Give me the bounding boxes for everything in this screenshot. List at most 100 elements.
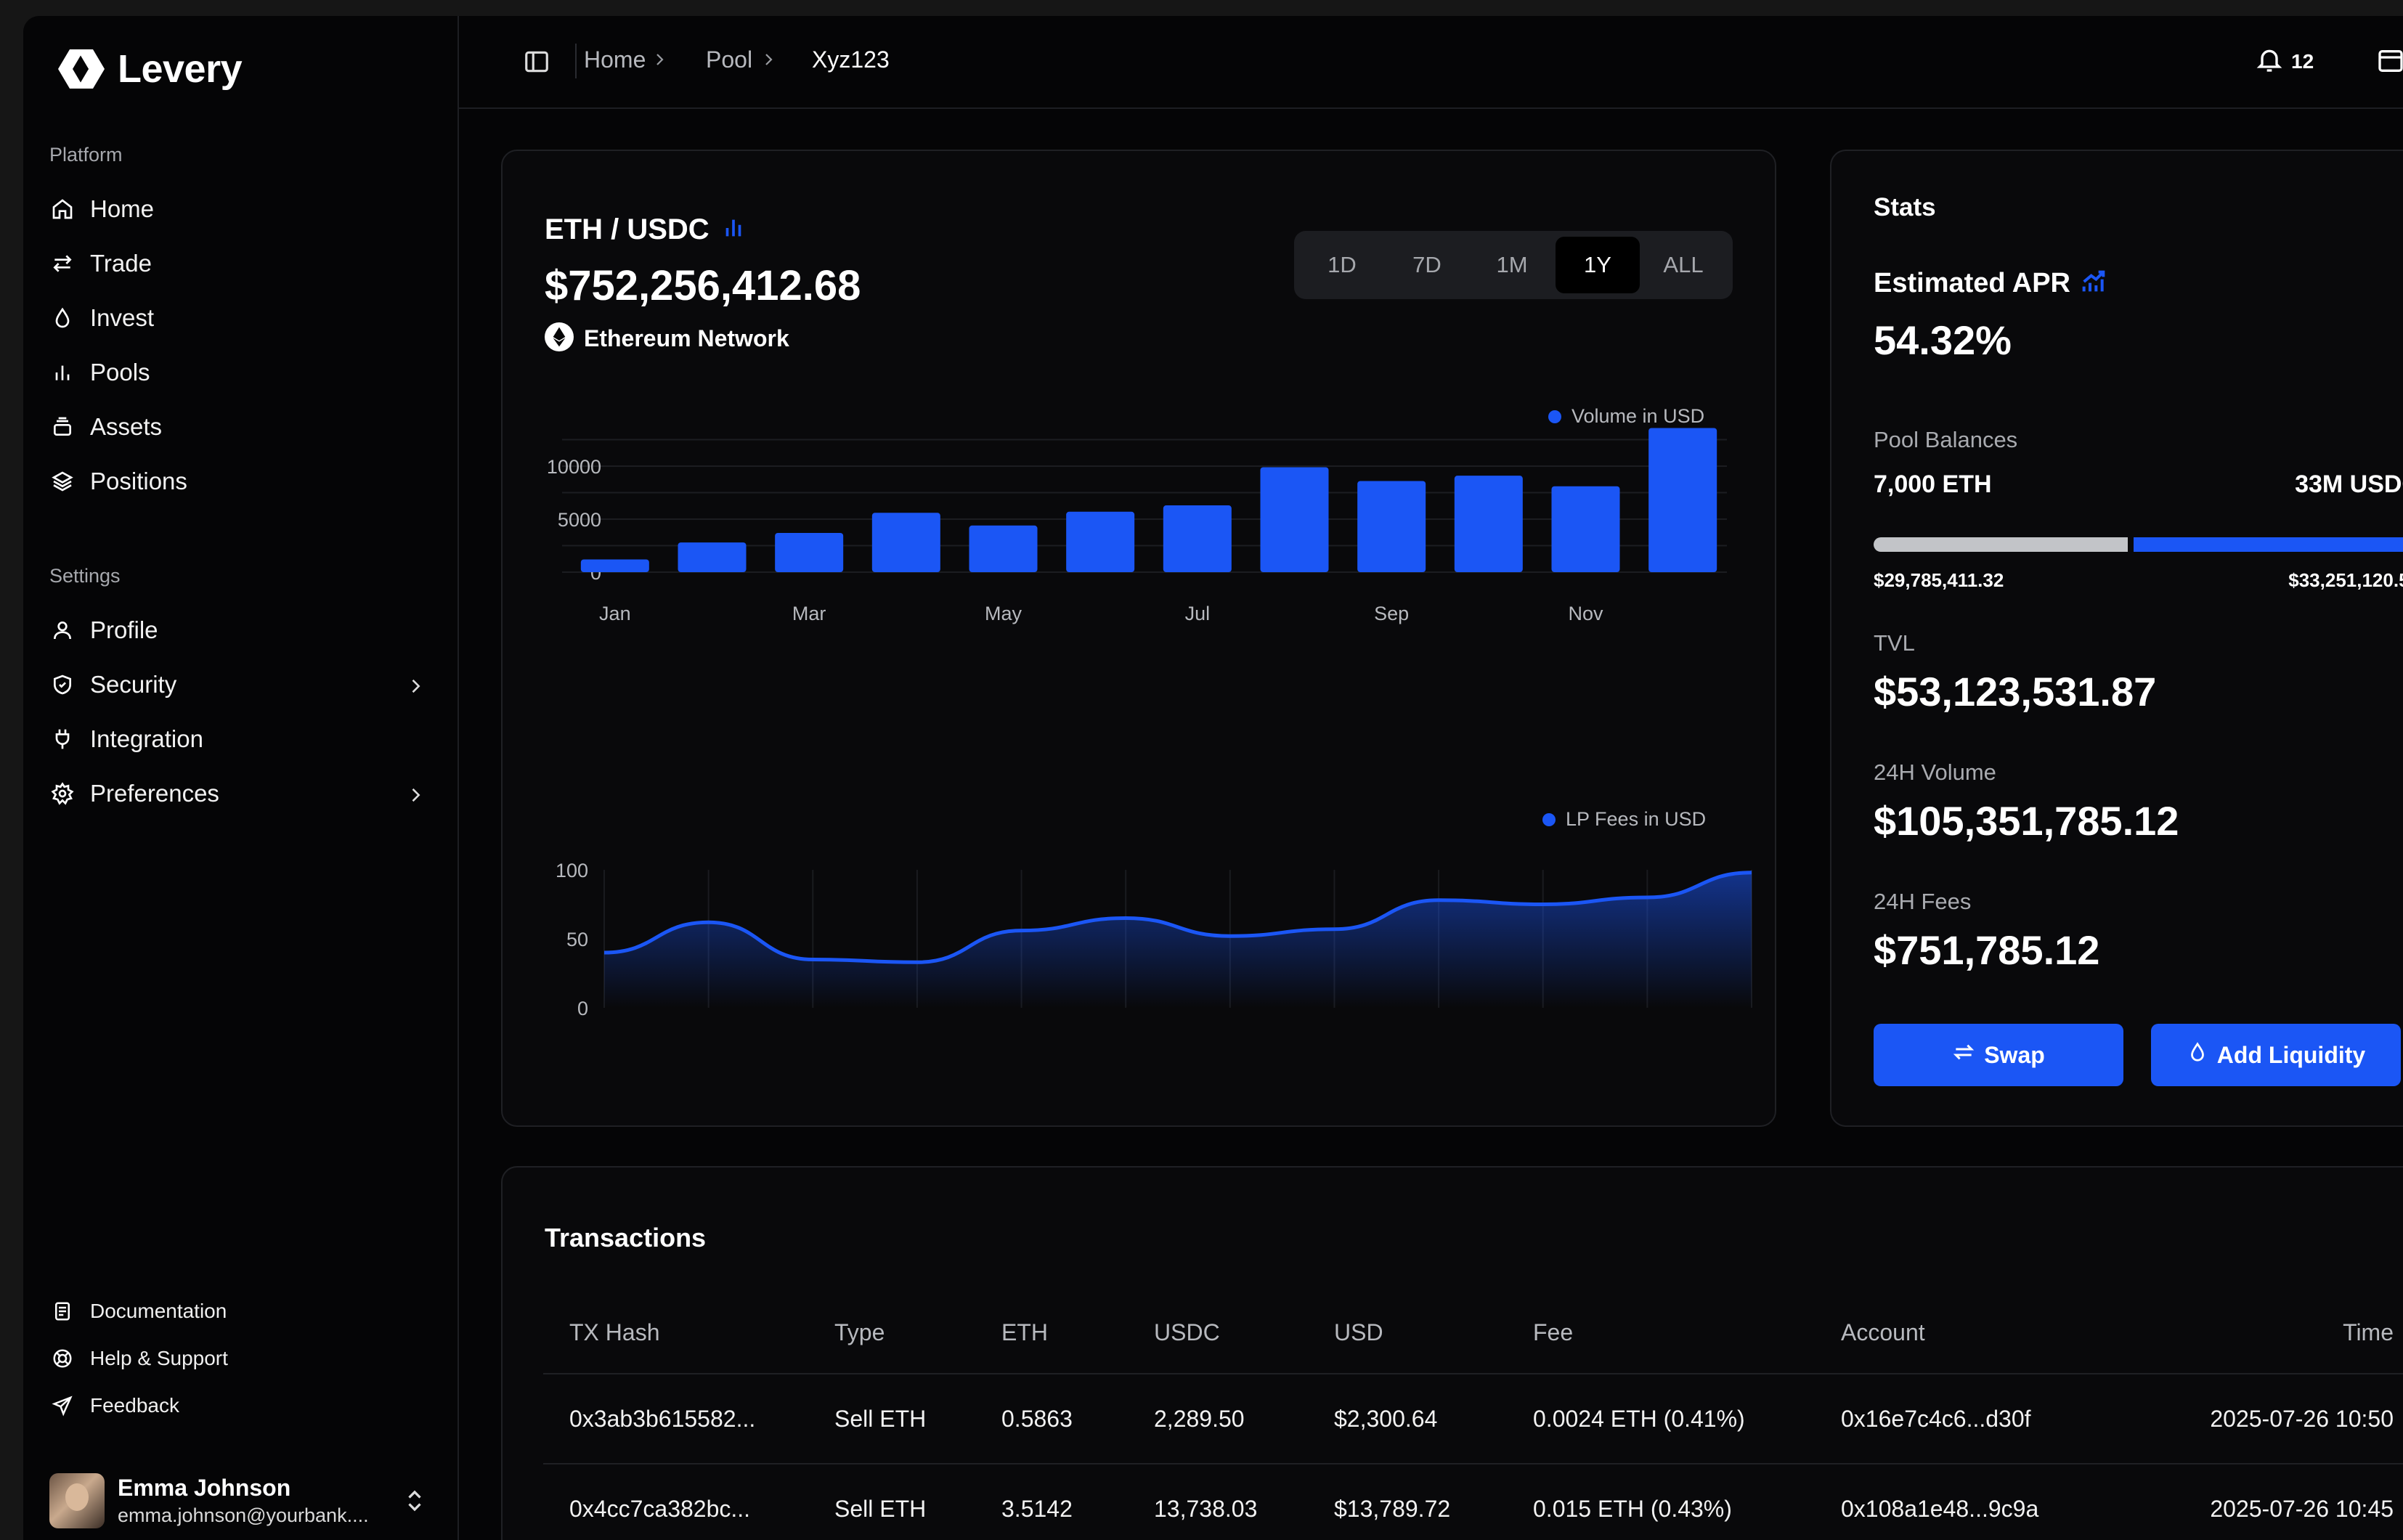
eth-share-fill — [1874, 537, 2128, 552]
range-7d-button[interactable]: 7D — [1385, 237, 1469, 293]
column-header-usd[interactable]: USD — [1308, 1292, 1507, 1374]
drop-icon — [2187, 1041, 2208, 1069]
usdc-cell: 13,738.03 — [1128, 1464, 1308, 1540]
document-icon — [49, 1298, 76, 1324]
legend-label: Volume in USD — [1571, 405, 1705, 427]
y-tick-label: 10000 — [547, 456, 601, 478]
y-tick-label: 5000 — [558, 509, 601, 531]
sidebar-item-profile[interactable]: Profile — [49, 610, 456, 651]
sidebar-item-assets[interactable]: Assets — [49, 407, 456, 447]
type-cell: Sell ETH — [808, 1374, 975, 1464]
apr-label: Estimated APR — [1874, 268, 2070, 298]
logo[interactable]: Levery — [55, 46, 243, 91]
transactions-title: Transactions — [545, 1223, 707, 1252]
notification-count: 12 — [2291, 49, 2314, 73]
window-icon[interactable] — [2376, 46, 2403, 79]
time-cell: 2025-07-26 10:45 — [2105, 1464, 2403, 1540]
plug-icon — [49, 726, 76, 752]
sidebar-item-pools[interactable]: Pools — [49, 352, 456, 393]
sidebar-item-integration[interactable]: Integration — [49, 719, 456, 759]
eth-balance: 7,000 ETH — [1874, 470, 1992, 498]
volume-bar-chart: 0500010000Jan Mar May Jul Sep Nov — [547, 428, 1727, 624]
levery-logo-icon — [58, 49, 105, 89]
chart-bars-icon — [721, 216, 746, 244]
chevron-right-icon — [405, 783, 426, 811]
fees-legend: LP Fees in USD — [1542, 808, 1706, 831]
app-window: Levery Platform Home Trade Invest Pools … — [23, 16, 2403, 1540]
pool-balances-label: Pool Balances — [1874, 427, 2018, 452]
tvl-label: TVL — [1874, 630, 1915, 656]
stats-title: Stats — [1874, 193, 1936, 221]
legend-label: LP Fees in USD — [1566, 808, 1707, 830]
user-menu[interactable]: Emma Johnson emma.johnson@yourbank.... — [49, 1472, 456, 1530]
account-cell[interactable]: 0x108a1e48...9c9a — [1815, 1464, 2105, 1540]
range-all-button[interactable]: ALL — [1641, 237, 1725, 293]
column-header-eth[interactable]: ETH — [975, 1292, 1128, 1374]
settings-section-label: Settings — [49, 565, 121, 587]
chevron-right-icon — [405, 675, 426, 702]
tx-hash-cell[interactable]: 0x3ab3b615582... — [543, 1374, 808, 1464]
sidebar-item-label: Profile — [90, 616, 158, 643]
y-tick-label: 100 — [556, 860, 588, 881]
sidebar-toggle-icon[interactable] — [523, 48, 550, 79]
platform-section-label: Platform — [49, 144, 123, 166]
tvl-value: $53,123,531.87 — [1874, 669, 2157, 714]
account-cell[interactable]: 0x16e7c4c6...d30f — [1815, 1374, 2105, 1464]
column-header-usdc[interactable]: USDC — [1128, 1292, 1308, 1374]
column-header-account[interactable]: Account — [1815, 1292, 2105, 1374]
usdc-usd-value: $33,251,120.57 — [2288, 569, 2403, 591]
bar — [775, 532, 844, 572]
y-tick-label: 50 — [566, 929, 588, 950]
column-header-fee[interactable]: Fee — [1507, 1292, 1815, 1374]
sidebar-link-help-support[interactable]: Help & Support — [49, 1341, 228, 1376]
add-liquidity-label: Add Liquidity — [2216, 1041, 2366, 1068]
sidebar-item-security[interactable]: Security — [49, 664, 456, 705]
bar — [871, 513, 940, 572]
swap-button[interactable]: Swap — [1874, 1024, 2123, 1086]
column-header-time[interactable]: Time — [2105, 1292, 2403, 1374]
range-1d-button[interactable]: 1D — [1300, 237, 1384, 293]
notifications-button[interactable]: 12 — [2255, 45, 2314, 78]
fees-24h-label: 24H Fees — [1874, 889, 1972, 914]
bar — [1163, 505, 1232, 572]
breadcrumb-pool[interactable]: Pool — [706, 46, 752, 73]
x-tick-label: Sep — [1374, 603, 1409, 624]
sidebar-item-preferences[interactable]: Preferences — [49, 773, 456, 814]
sidebar-link-documentation[interactable]: Documentation — [49, 1294, 227, 1329]
sidebar-item-label: Assets — [90, 413, 163, 440]
transactions-table: TX Hash Type ETH USDC USD Fee Account Ti… — [543, 1292, 2403, 1540]
sidebar-item-label: Positions — [90, 468, 187, 494]
range-1m-button[interactable]: 1M — [1470, 237, 1554, 293]
pool-value: $752,256,412.68 — [545, 262, 861, 309]
sidebar-item-home[interactable]: Home — [49, 189, 456, 229]
eth-usd-value: $29,785,411.32 — [1874, 569, 2004, 591]
chevron-right-icon — [651, 51, 668, 72]
fees-24h-value: $751,785.12 — [1874, 927, 2100, 973]
column-header-tx-hash[interactable]: TX Hash — [543, 1292, 808, 1374]
bar — [1066, 511, 1135, 572]
sidebar-item-label: Trade — [90, 250, 152, 277]
tx-hash-cell[interactable]: 0x4cc7ca382bc... — [543, 1464, 808, 1540]
arrows-swap-icon — [49, 250, 76, 277]
bar — [1648, 428, 1717, 572]
breadcrumb-home[interactable]: Home — [584, 46, 646, 73]
fee-cell: 0.015 ETH (0.43%) — [1507, 1464, 1815, 1540]
x-tick-label: Nov — [1568, 603, 1603, 624]
x-tick-label: Jan — [599, 603, 631, 624]
sidebar-item-positions[interactable]: Positions — [49, 461, 456, 502]
table-row[interactable]: 0x4cc7ca382bc... Sell ETH 3.5142 13,738.… — [543, 1464, 2403, 1540]
column-header-type[interactable]: Type — [808, 1292, 975, 1374]
sidebar-link-feedback[interactable]: Feedback — [49, 1388, 179, 1423]
fees-area-chart: 0 50 100 — [556, 860, 1752, 1019]
avatar — [49, 1473, 105, 1528]
range-1y-button[interactable]: 1Y — [1556, 237, 1640, 293]
table-row[interactable]: 0x3ab3b615582... Sell ETH 0.5863 2,289.5… — [543, 1374, 2403, 1464]
y-tick-label: 0 — [577, 998, 588, 1019]
user-email: emma.johnson@yourbank.... — [118, 1504, 369, 1526]
add-liquidity-button[interactable]: Add Liquidity — [2151, 1024, 2401, 1086]
swap-icon — [1952, 1040, 1975, 1070]
sidebar-item-trade[interactable]: Trade — [49, 243, 456, 284]
range-selector: 1D 7D 1M 1Y ALL — [1294, 231, 1733, 299]
sidebar-item-invest[interactable]: Invest — [49, 298, 456, 338]
header-divider — [575, 44, 577, 78]
